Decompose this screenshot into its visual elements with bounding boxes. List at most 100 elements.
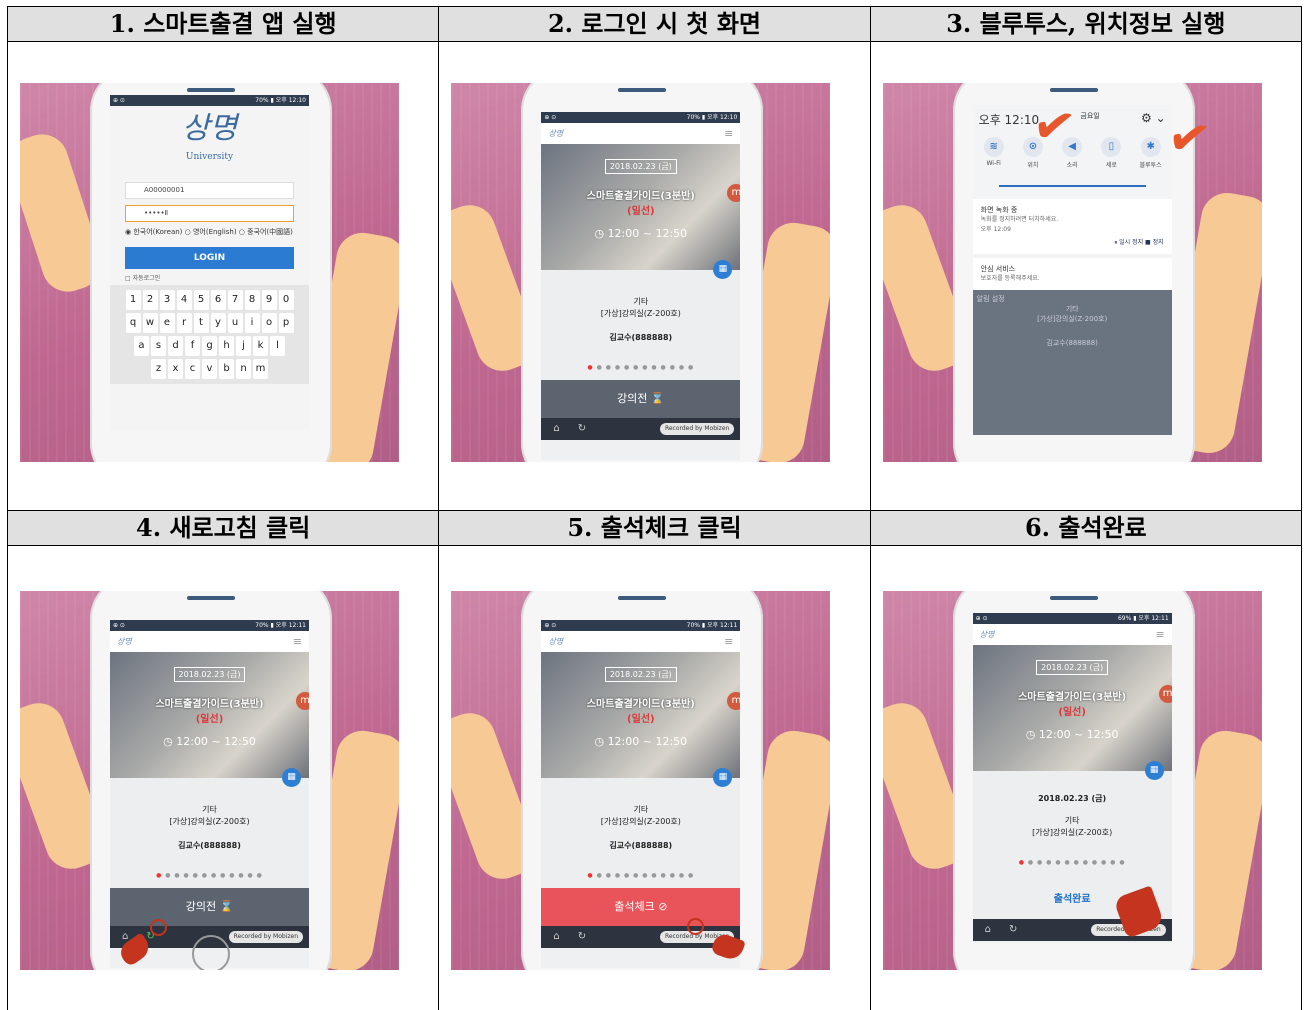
key[interactable]: y: [210, 313, 226, 333]
key[interactable]: 2: [142, 290, 158, 310]
key[interactable]: 3: [159, 290, 175, 310]
menu-icon[interactable]: ≡: [724, 127, 733, 140]
keyboard[interactable]: 1234567890 qwertyuiop asdfghjkl zxcvbnm: [110, 285, 309, 384]
home-button[interactable]: [192, 935, 230, 970]
screenshot-attendance-check: ⊕ ⊙ 70% ▮ 오후 12:11 상명 ≡ 2018.02.23 (금) 스마트…: [451, 591, 831, 970]
home-icon[interactable]: ⌂: [553, 423, 559, 434]
key[interactable]: t: [193, 313, 209, 333]
page-dots: ● ● ● ● ● ● ● ● ● ● ● ●: [587, 364, 695, 371]
key[interactable]: j: [236, 336, 251, 356]
key[interactable]: r: [176, 313, 192, 333]
key[interactable]: c: [185, 359, 200, 379]
settings-icon[interactable]: ⚙ ⌄: [1141, 111, 1166, 128]
key[interactable]: o: [261, 313, 277, 333]
notification-screen: 오후 12:10 금요일 ⚙ ⌄ ≋ Wi-Fi ⊙ 위치 ◀ 소리 ▯ 세로 ✱ 블루투스 화면 녹…: [972, 105, 1172, 435]
wifi-icon: ≋: [983, 137, 1004, 157]
login-button[interactable]: LOGIN: [125, 247, 294, 269]
instruction-table: 1. 스마트출결 앱 실행 2. 로그인 시 첫 화면 3. 블루투스, 위치정…: [6, 6, 1303, 1010]
key[interactable]: k: [253, 336, 268, 356]
key[interactable]: x: [168, 359, 183, 379]
key[interactable]: 9: [261, 290, 277, 310]
menu-icon[interactable]: ≡: [293, 635, 302, 648]
toggle-wifi[interactable]: ≋ Wi-Fi: [979, 137, 1009, 169]
key[interactable]: a: [134, 336, 149, 356]
keyboard-row[interactable]: 1234567890: [113, 290, 306, 310]
bluetooth-icon: ✱: [1140, 137, 1161, 157]
calendar-icon[interactable]: ▦: [1144, 761, 1164, 780]
screenshot-first-screen: ⊕ ⊙ 70% ▮ 오후 12:10 상명 ≡ 2018.02.23 (금) 스마트…: [451, 83, 831, 462]
key[interactable]: 1: [125, 290, 141, 310]
bottom-nav: ⌂ ↻ Recorded by Mobizen: [541, 418, 741, 440]
key[interactable]: 8: [244, 290, 260, 310]
course-title: 스마트출결가이드(3분반): [586, 191, 695, 202]
key[interactable]: 0: [278, 290, 294, 310]
recorded-badge: Recorded by Mobizen: [659, 423, 735, 435]
key[interactable]: m: [253, 359, 268, 379]
home-icon[interactable]: ⌂: [553, 931, 559, 942]
brightness-slider[interactable]: [998, 185, 1146, 187]
panel-6-cell: ⊕ ⊙ 69% ▮ 오후 12:11 상명 ≡ 2018.02.23 (금) 스마트…: [869, 545, 1303, 1010]
panel-1-cell: ⊕ ⊙ 70% ▮ 오후 12:10 상명 University A0000000…: [6, 41, 440, 511]
course-type: (일선): [627, 206, 655, 217]
refresh-icon[interactable]: ↻: [578, 423, 586, 434]
stop-button[interactable]: ■ 정지: [1145, 239, 1164, 246]
before-class-status: 강의전 ⌛: [541, 380, 741, 418]
attendance-check-button[interactable]: 출석체크 ⊘: [541, 888, 741, 926]
key[interactable]: p: [278, 313, 294, 333]
key[interactable]: w: [142, 313, 158, 333]
key[interactable]: f: [185, 336, 200, 356]
screenshot-attendance-complete: ⊕ ⊙ 69% ▮ 오후 12:11 상명 ≡ 2018.02.23 (금) 스마트…: [882, 591, 1262, 970]
language-options[interactable]: ◉ 한국어(Korean) ○ 영어(English) ○ 중국어(中國語): [125, 228, 294, 237]
mobizen-badge: m: [727, 184, 741, 202]
key[interactable]: z: [151, 359, 166, 379]
date-box: 2018.02.23 (금): [604, 159, 677, 174]
toggle-rotation[interactable]: ▯ 세로: [1096, 137, 1126, 169]
safety-notification[interactable]: 안심 서비스 보호자를 등록해주세요.: [972, 258, 1172, 290]
key[interactable]: s: [151, 336, 166, 356]
home-icon[interactable]: ⌂: [985, 924, 991, 935]
recording-notification[interactable]: 화면 녹화 중 녹화를 정지하려면 터치하세요. 오후 12:09 ⏸ 일시 정…: [972, 199, 1172, 254]
app-screen: ⊕ ⊙ 70% ▮ 오후 12:10 상명 ≡ 2018.02.23 (금) 스마트…: [541, 112, 741, 460]
keyboard-row[interactable]: qwertyuiop: [113, 313, 306, 333]
key[interactable]: 6: [210, 290, 226, 310]
id-input[interactable]: A00000001: [125, 182, 294, 199]
key[interactable]: e: [159, 313, 175, 333]
course-banner: 2018.02.23 (금) 스마트출결가이드(3분반) (일선) ◷ 12:0…: [541, 144, 741, 279]
pause-button[interactable]: ⏸ 일시 정지: [1114, 239, 1143, 246]
screenshot-refresh: ⊕ ⊙ 70% ▮ 오후 12:11 상명 ≡ 2018.02.23 (금) 스마트…: [20, 591, 399, 970]
calendar-icon[interactable]: ▦: [282, 768, 301, 787]
auto-login-checkbox[interactable]: □ 자동로그인: [125, 273, 294, 282]
key[interactable]: d: [168, 336, 183, 356]
toggle-label: Wi-Fi: [986, 160, 1001, 167]
key[interactable]: b: [219, 359, 234, 379]
key[interactable]: g: [202, 336, 217, 356]
key[interactable]: q: [125, 313, 141, 333]
key[interactable]: n: [236, 359, 251, 379]
screenshot-login: ⊕ ⊙ 70% ▮ 오후 12:10 상명 University A0000000…: [20, 83, 399, 462]
checkmark-location: ✔: [1027, 93, 1080, 159]
key[interactable]: u: [227, 313, 243, 333]
keyboard-row[interactable]: asdfghjkl: [113, 336, 306, 356]
screenshot-bluetooth-location: 오후 12:10 금요일 ⚙ ⌄ ≋ Wi-Fi ⊙ 위치 ◀ 소리 ▯ 세로 ✱ 블루투스 화면 녹…: [882, 83, 1262, 462]
keyboard-row[interactable]: zxcvbnm: [113, 359, 306, 379]
refresh-icon[interactable]: ↻: [1009, 924, 1017, 935]
key[interactable]: v: [202, 359, 217, 379]
menu-icon[interactable]: ≡: [724, 635, 733, 648]
university-logo: 상명 University: [181, 111, 238, 162]
password-input[interactable]: •••••Ⅱ: [125, 205, 294, 222]
panel-heading-2: 2. 로그인 시 첫 화면: [438, 6, 871, 42]
key[interactable]: i: [244, 313, 260, 333]
panel-5-cell: ⊕ ⊙ 70% ▮ 오후 12:11 상명 ≡ 2018.02.23 (금) 스마트…: [438, 545, 871, 1010]
panel-heading-4: 4. 새로고침 클릭: [6, 510, 440, 546]
key[interactable]: 5: [193, 290, 209, 310]
checkmark-bluetooth: ✔: [1162, 105, 1215, 171]
toggle-bluetooth[interactable]: ✱ 블루투스: [1136, 137, 1166, 169]
refresh-icon[interactable]: ↻: [578, 931, 586, 942]
panel-2-cell: ⊕ ⊙ 70% ▮ 오후 12:10 상명 ≡ 2018.02.23 (금) 스마트…: [438, 41, 871, 511]
menu-icon[interactable]: ≡: [1155, 628, 1164, 641]
key[interactable]: l: [270, 336, 285, 356]
key[interactable]: h: [219, 336, 234, 356]
key[interactable]: 7: [227, 290, 243, 310]
key[interactable]: 4: [176, 290, 192, 310]
panel-heading-6: 6. 출석완료: [869, 510, 1303, 546]
